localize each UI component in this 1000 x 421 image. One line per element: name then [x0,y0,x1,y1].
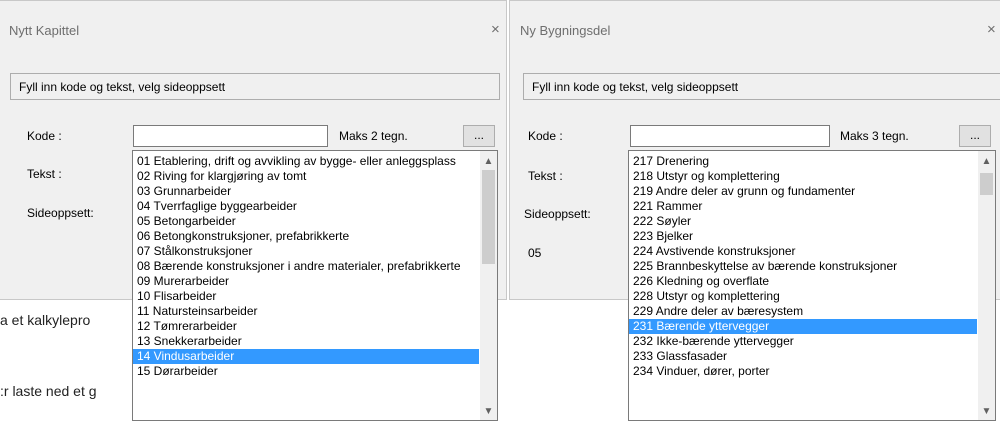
instruction-text: Fyll inn kode og tekst, velg sideoppsett [532,80,739,94]
kode-input[interactable] [133,125,328,147]
chevron-up-icon[interactable]: ▲ [978,153,995,170]
list-item[interactable]: 10 Flisarbeider [133,289,479,304]
vertical-scrollbar[interactable]: ▲ ▼ [480,151,497,420]
maks-hint: Maks 3 tegn. [840,129,909,143]
list-item[interactable]: 12 Tømrerarbeider [133,319,479,334]
sideoppsett-label: Sideoppsett: [524,207,591,221]
close-icon[interactable]: × [987,21,996,38]
kode-input[interactable] [630,125,830,147]
chevron-down-icon[interactable]: ▼ [480,403,497,420]
close-icon[interactable]: × [491,21,500,38]
list-item[interactable]: 226 Kledning og overflate [629,274,977,289]
scroll-thumb[interactable] [482,170,495,264]
sideoppsett-value: 05 [528,246,542,260]
tekst-label: Tekst : [528,169,563,183]
list-item[interactable]: 08 Bærende konstruksjoner i andre materi… [133,259,479,274]
list-item[interactable]: 07 Stålkonstruksjoner [133,244,479,259]
kapittel-dropdown-list[interactable]: 01 Etablering, drift og avvikling av byg… [132,150,498,421]
background-text-line-1: a et kalkylepro [0,312,91,328]
list-item[interactable]: 221 Rammer [629,199,977,214]
vertical-scrollbar[interactable]: ▲ ▼ [978,151,995,420]
chevron-down-icon[interactable]: ▼ [978,403,995,420]
list-item[interactable]: 15 Dørarbeider [133,364,479,379]
kapittel-list-items: 01 Etablering, drift og avvikling av byg… [133,154,479,379]
list-item[interactable]: 11 Natursteinsarbeider [133,304,479,319]
list-item[interactable]: 229 Andre deler av bæresystem [629,304,977,319]
kode-label: Kode : [27,129,62,143]
list-item[interactable]: 225 Brannbeskyttelse av bærende konstruk… [629,259,977,274]
list-item[interactable]: 218 Utstyr og komplettering [629,169,977,184]
sideoppsett-label: Sideoppsett: [27,206,94,220]
tekst-label: Tekst : [27,167,62,181]
list-item[interactable]: 232 Ikke-bærende yttervegger [629,334,977,349]
kode-label: Kode : [528,129,563,143]
list-item[interactable]: 234 Vinduer, dører, porter [629,364,977,379]
list-item[interactable]: 01 Etablering, drift og avvikling av byg… [133,154,479,169]
maks-hint: Maks 2 tegn. [339,129,408,143]
list-item[interactable]: 06 Betongkonstruksjoner, prefabrikkerte [133,229,479,244]
list-item[interactable]: 219 Andre deler av grunn og fundamenter [629,184,977,199]
instruction-text: Fyll inn kode og tekst, velg sideoppsett [19,80,226,94]
scroll-thumb[interactable] [980,173,993,195]
list-item[interactable]: 04 Tverrfaglige byggearbeider [133,199,479,214]
list-item[interactable]: 228 Utstyr og komplettering [629,289,977,304]
list-item[interactable]: 13 Snekkerarbeider [133,334,479,349]
instruction-box: Fyll inn kode og tekst, velg sideoppsett [10,73,500,100]
list-item[interactable]: 09 Murerarbeider [133,274,479,289]
list-item[interactable]: 233 Glassfasader [629,349,977,364]
list-item[interactable]: 223 Bjelker [629,229,977,244]
list-item[interactable]: 03 Grunnarbeider [133,184,479,199]
instruction-box: Fyll inn kode og tekst, velg sideoppsett [523,73,1000,100]
list-item[interactable]: 217 Drenering [629,154,977,169]
background-text-line-2: :r laste ned et g [0,383,97,399]
list-item[interactable]: 05 Betongarbeider [133,214,479,229]
chevron-up-icon[interactable]: ▲ [480,153,497,170]
list-item[interactable]: 14 Vindusarbeider [133,349,479,364]
list-item[interactable]: 231 Bærende yttervegger [629,319,977,334]
list-item[interactable]: 224 Avstivende konstruksjoner [629,244,977,259]
dialog-title: Nytt Kapittel [9,23,80,38]
browse-button[interactable]: ... [463,125,495,147]
list-item[interactable]: 02 Riving for klargjøring av tomt [133,169,479,184]
list-item[interactable]: 222 Søyler [629,214,977,229]
browse-button[interactable]: ... [959,125,991,147]
bygningsdel-list-items: 217 Drenering 218 Utstyr og komplettering… [629,154,977,379]
dialog-title: Ny Bygningsdel [520,23,611,38]
bygningsdel-dropdown-list[interactable]: 217 Drenering 218 Utstyr og komplettering… [628,150,996,421]
